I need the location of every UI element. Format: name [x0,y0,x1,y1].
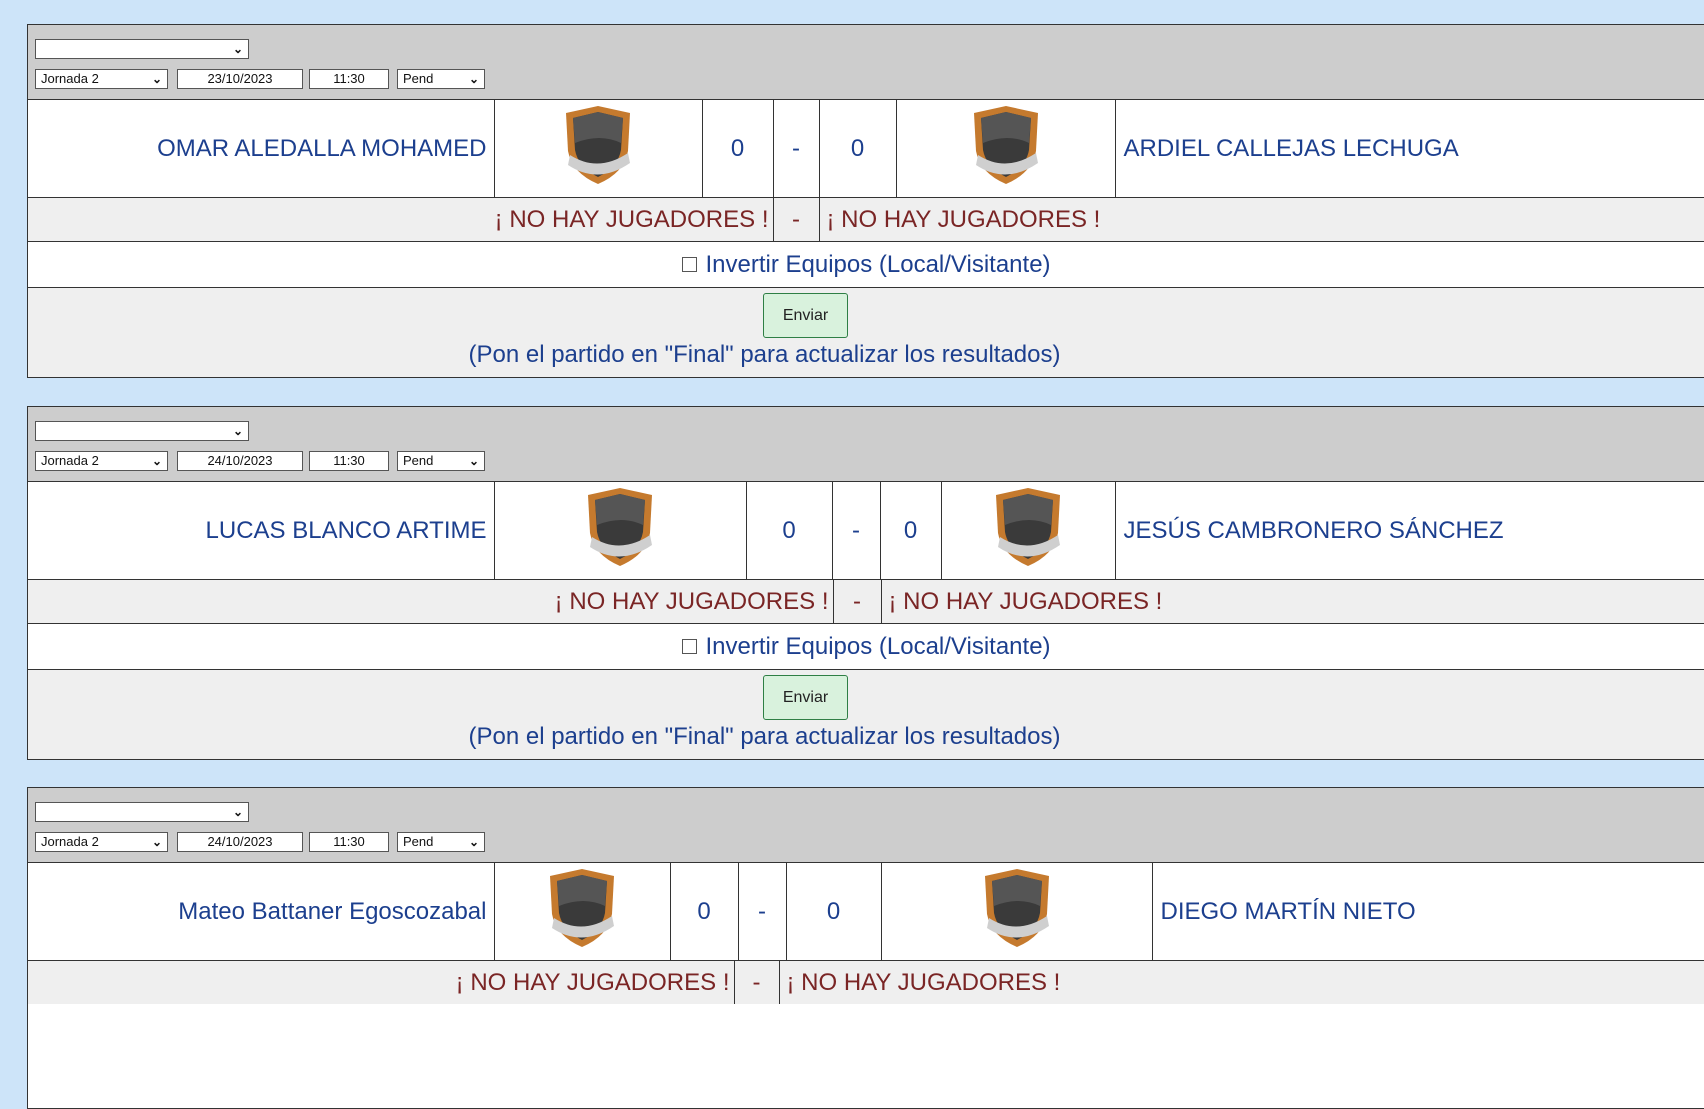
submit-row: Enviar (Pon el partido en "Final" para a… [28,287,1704,377]
players-separator: - [833,579,882,623]
status-select[interactable]: Pend ⌄ [397,451,485,471]
match-controls: ⌄ Jornada 2 ⌄ 24/10/2023 11:30 Pend ⌄ [28,788,1704,863]
match-controls: ⌄ Jornada 2 ⌄ 24/10/2023 11:30 Pend ⌄ [28,407,1704,482]
date-field[interactable]: 23/10/2023 [177,69,303,89]
chevron-down-icon: ⌄ [151,72,162,86]
away-score: 0 [786,863,882,960]
players-row: ¡ NO HAY JUGADORES ! - ¡ NO HAY JUGADORE… [28,960,1704,1004]
submit-row: Enviar (Pon el partido en "Final" para a… [28,669,1704,759]
teams-row: OMAR ALEDALLA MOHAMED 0 - 0 ARDIEL CALLE… [28,100,1704,197]
home-team-name: Mateo Battaner Egoscozabal [28,863,495,960]
home-score: 0 [670,863,739,960]
match-select[interactable]: ⌄ [35,421,249,441]
match-card: ⌄ Jornada 2 ⌄ 24/10/2023 11:30 Pend ⌄ Mate… [27,787,1704,1109]
date-field[interactable]: 24/10/2023 [177,451,303,471]
shield-icon [588,488,652,566]
shield-icon [984,869,1049,947]
away-players: ¡ NO HAY JUGADORES ! [881,579,1704,623]
chevron-down-icon: ⌄ [468,454,479,468]
away-team-name: ARDIEL CALLEJAS LECHUGA [1123,134,1459,162]
matches-page: ⌄ Jornada 2 ⌄ 23/10/2023 11:30 Pend ⌄ OMAR… [10,8,1704,1109]
teams-row: Mateo Battaner Egoscozabal 0 - 0 DIEGO M… [28,863,1704,960]
jornada-select[interactable]: Jornada 2 ⌄ [35,832,168,852]
score-separator: - [738,863,787,960]
invert-checkbox[interactable] [682,257,698,272]
away-team-name: DIEGO MARTÍN NIETO [1160,897,1416,925]
chevron-down-icon: ⌄ [232,42,243,56]
submit-note: (Pon el partido en "Final" para actualiz… [468,723,1061,750]
shield-icon [566,106,630,184]
invert-teams-row[interactable]: Invertir Equipos (Local/Visitante) [28,241,1704,287]
status-select[interactable]: Pend ⌄ [397,69,485,89]
players-row: ¡ NO HAY JUGADORES ! - ¡ NO HAY JUGADORE… [28,197,1704,241]
home-players: ¡ NO HAY JUGADORES ! [28,579,834,623]
jornada-select[interactable]: Jornada 2 ⌄ [35,69,168,89]
players-separator: - [734,960,780,1004]
invert-teams-row[interactable]: Invertir Equipos (Local/Visitante) [28,623,1704,669]
status-select[interactable]: Pend ⌄ [397,832,485,852]
submit-button[interactable]: Enviar [763,675,848,720]
away-score: 0 [819,100,897,197]
score-separator: - [773,100,820,197]
chevron-down-icon: ⌄ [232,424,243,438]
time-field[interactable]: 11:30 [309,69,389,89]
chevron-down-icon: ⌄ [232,805,243,819]
match-controls: ⌄ Jornada 2 ⌄ 23/10/2023 11:30 Pend ⌄ [28,25,1704,100]
match-select[interactable]: ⌄ [35,802,249,822]
away-players: ¡ NO HAY JUGADORES ! [779,960,1704,1004]
away-score: 0 [880,482,942,579]
shield-icon [996,488,1060,566]
invert-label: Invertir Equipos (Local/Visitante) [705,632,1051,660]
invert-checkbox[interactable] [682,639,698,654]
home-team-name: OMAR ALEDALLA MOHAMED [28,100,495,197]
shield-icon [973,106,1038,184]
away-team-name: JESÚS CAMBRONERO SÁNCHEZ [1123,516,1504,544]
date-field[interactable]: 24/10/2023 [177,832,303,852]
match-card: ⌄ Jornada 2 ⌄ 23/10/2023 11:30 Pend ⌄ OMAR… [27,24,1704,378]
away-players: ¡ NO HAY JUGADORES ! [819,197,1704,241]
chevron-down-icon: ⌄ [468,72,479,86]
match-select[interactable]: ⌄ [35,39,249,59]
jornada-select[interactable]: Jornada 2 ⌄ [35,451,168,471]
time-field[interactable]: 11:30 [309,832,389,852]
chevron-down-icon: ⌄ [468,835,479,849]
home-score: 0 [702,100,774,197]
submit-button[interactable]: Enviar [763,293,848,338]
players-row: ¡ NO HAY JUGADORES ! - ¡ NO HAY JUGADORE… [28,579,1704,623]
chevron-down-icon: ⌄ [151,835,162,849]
home-team-name: LUCAS BLANCO ARTIME [28,482,495,579]
score-separator: - [832,482,881,579]
time-field[interactable]: 11:30 [309,451,389,471]
players-separator: - [773,197,820,241]
shield-icon [550,869,614,947]
invert-label: Invertir Equipos (Local/Visitante) [705,250,1051,278]
chevron-down-icon: ⌄ [151,454,162,468]
home-score: 0 [746,482,833,579]
submit-note: (Pon el partido en "Final" para actualiz… [468,341,1061,368]
home-players: ¡ NO HAY JUGADORES ! [28,197,774,241]
match-card: ⌄ Jornada 2 ⌄ 24/10/2023 11:30 Pend ⌄ LUCA… [27,406,1704,760]
home-players: ¡ NO HAY JUGADORES ! [28,960,735,1004]
teams-row: LUCAS BLANCO ARTIME 0 - 0 JESÚS CAMBRONE… [28,482,1704,579]
